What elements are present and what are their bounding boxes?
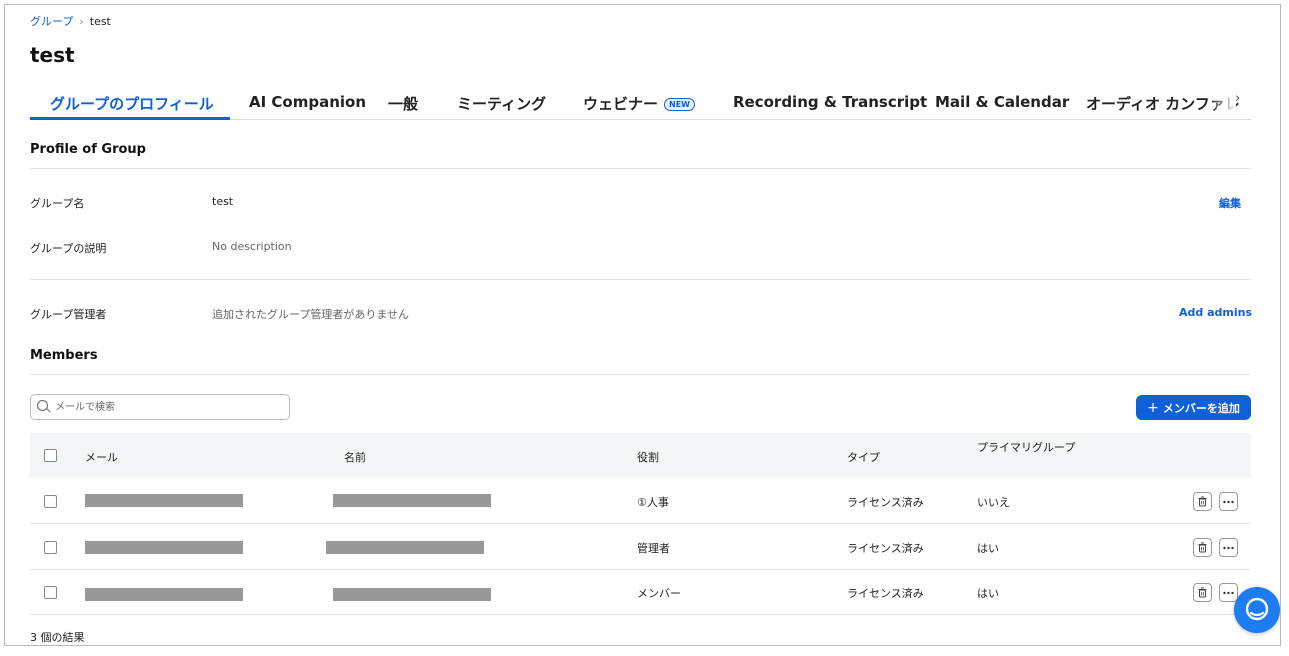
group-description-value: No description	[212, 240, 292, 253]
plus-icon: +	[1147, 399, 1159, 416]
trash-icon[interactable]	[1193, 538, 1212, 557]
tab-webinar-label: ウェビナー	[583, 95, 659, 113]
breadcrumb-separator: ›	[79, 15, 84, 28]
select-all-checkbox[interactable]	[44, 449, 57, 462]
add-admins-link[interactable]: Add admins	[1179, 306, 1252, 319]
group-name-label: グループ名	[30, 197, 85, 210]
group-name-value: test	[212, 195, 234, 208]
trash-icon[interactable]	[1193, 492, 1212, 511]
breadcrumb-parent-link[interactable]: グループ	[30, 15, 73, 28]
table-row: メンバー ライセンス済み はい	[30, 569, 1251, 615]
add-member-button[interactable]: + メンバーを追加	[1136, 395, 1251, 420]
row-primary: はい	[977, 587, 999, 600]
row-checkbox[interactable]	[44, 541, 57, 554]
row-role: ①人事	[637, 496, 669, 509]
breadcrumb-current: test	[89, 15, 111, 28]
row-type: ライセンス済み	[847, 496, 924, 509]
redacted-email	[85, 588, 243, 601]
row-role: メンバー	[637, 587, 681, 600]
redacted-email	[85, 494, 243, 507]
tab-ai-companion[interactable]: AI Companion	[249, 93, 366, 111]
breadcrumb: グループ › test	[30, 13, 111, 29]
tab-general[interactable]: 一般	[388, 93, 418, 114]
tab-recording-transcript[interactable]: Recording & Transcript	[733, 93, 927, 111]
table-header: メール 名前 役割 タイプ プライマリグループ	[30, 433, 1251, 478]
row-primary: はい	[977, 542, 999, 555]
divider	[30, 279, 1251, 280]
tab-mail-calendar[interactable]: Mail & Calendar	[935, 93, 1069, 111]
more-icon[interactable]	[1219, 492, 1238, 511]
new-badge: NEW	[664, 98, 695, 111]
members-heading: Members	[30, 348, 98, 363]
redacted-name	[333, 588, 491, 601]
row-type: ライセンス済み	[847, 587, 924, 600]
tab-meeting[interactable]: ミーティング	[457, 93, 546, 114]
group-admin-value: 追加されたグループ管理者がありません	[212, 308, 410, 321]
group-admin-label: グループ管理者	[30, 308, 107, 321]
table-row: ①人事 ライセンス済み いいえ	[30, 478, 1251, 524]
redacted-name	[326, 541, 484, 554]
column-primary-group[interactable]: プライマリグループ	[977, 441, 1077, 455]
row-primary: いいえ	[977, 496, 1010, 509]
member-search-box[interactable]	[30, 394, 290, 420]
search-icon	[37, 400, 48, 411]
chevron-right-icon[interactable]: ›	[1235, 91, 1240, 106]
redacted-email	[85, 541, 243, 554]
search-input[interactable]	[53, 398, 287, 416]
tab-group-profile[interactable]: グループのプロフィール	[50, 93, 214, 114]
chat-icon[interactable]	[1234, 587, 1280, 633]
tab-fade	[1210, 87, 1236, 117]
row-checkbox[interactable]	[44, 586, 57, 599]
trash-icon[interactable]	[1193, 583, 1212, 602]
table-row: 管理者 ライセンス済み はい	[30, 524, 1251, 570]
page-title: test	[30, 43, 75, 67]
result-count: 3 個の結果	[30, 631, 85, 644]
divider	[30, 168, 1251, 169]
column-role[interactable]: 役割	[637, 449, 659, 465]
row-checkbox[interactable]	[44, 495, 57, 508]
row-role: 管理者	[637, 542, 670, 555]
app-frame: グループ › test test グループのプロフィール AI Companion …	[4, 4, 1281, 646]
profile-heading: Profile of Group	[30, 142, 146, 157]
column-email[interactable]: メール	[85, 449, 118, 465]
row-type: ライセンス済み	[847, 542, 924, 555]
redacted-name	[333, 494, 491, 507]
column-type[interactable]: タイプ	[847, 449, 880, 465]
more-icon[interactable]	[1219, 538, 1238, 557]
active-tab-indicator	[30, 117, 230, 120]
edit-link[interactable]: 編集	[1219, 195, 1241, 211]
add-member-label: メンバーを追加	[1162, 401, 1240, 415]
group-description-label: グループの説明	[30, 242, 107, 255]
tab-bar: グループのプロフィール AI Companion 一般 ミーティング ウェビナー…	[30, 87, 1251, 120]
column-name[interactable]: 名前	[344, 449, 366, 465]
divider	[30, 374, 1251, 375]
tab-webinar[interactable]: ウェビナー NEW	[583, 93, 695, 114]
